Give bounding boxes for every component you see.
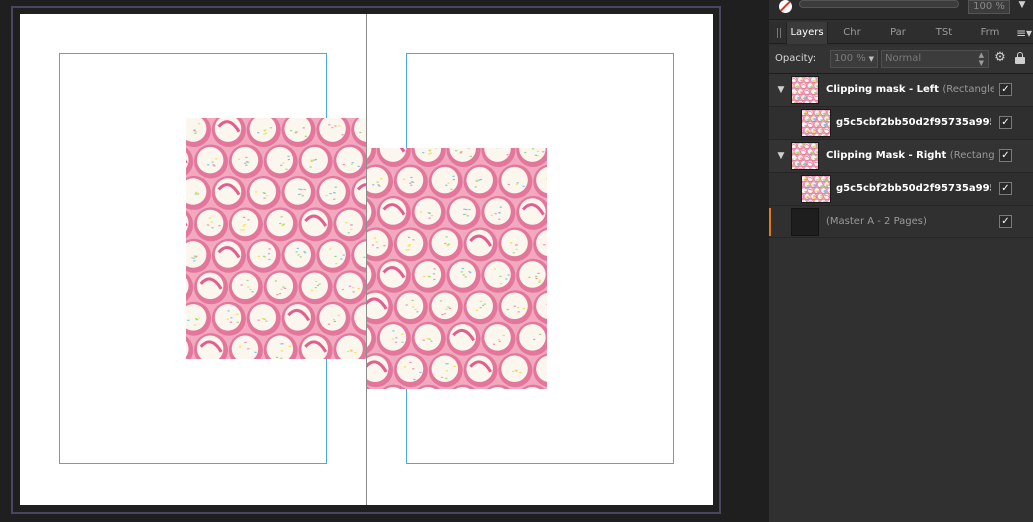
layer-thumbnail xyxy=(791,76,819,104)
layer-row[interactable]: g5c5cbf2bb50d2f95735a995f ✓ xyxy=(769,173,1033,206)
opacity-row: Opacity: 100 % ▼ Normal ▲ ▼ ⚙ xyxy=(769,46,1033,74)
layer-thumbnail xyxy=(791,208,819,236)
layer-row[interactable]: ▼ Clipping mask - Left (Rectangle) ✓ xyxy=(769,74,1033,107)
canvas-area[interactable] xyxy=(0,0,765,522)
up-down-arrows-icon: ▲ ▼ xyxy=(978,51,984,67)
panel-empty-area xyxy=(769,239,1033,522)
gear-icon[interactable]: ⚙ xyxy=(993,51,1007,65)
layers-list: ▼ Clipping mask - Left (Rectangle) ✓ g5c… xyxy=(769,74,1033,238)
app-window: 100 % ▼ Layers Chr Par TSt Frm ≡▾ Opacit… xyxy=(0,0,1033,522)
visibility-checkbox[interactable]: ✓ xyxy=(999,149,1012,162)
layer-name: g5c5cbf2bb50d2f95735a995f xyxy=(836,183,991,194)
visibility-checkbox[interactable]: ✓ xyxy=(999,116,1012,129)
layer-row[interactable]: ▼ Clipping Mask - Right (Rectangle ✓ xyxy=(769,140,1033,173)
layer-thumbnail xyxy=(801,109,831,137)
layer-name: (Master A - 2 Pages) xyxy=(826,216,927,227)
no-fill-icon[interactable] xyxy=(779,0,792,13)
lock-icon[interactable] xyxy=(1015,52,1025,64)
layer-name: Clipping Mask - Right (Rectangle xyxy=(826,150,994,161)
clipped-image-right[interactable] xyxy=(367,148,547,389)
tab-frame[interactable]: Frm xyxy=(975,22,1005,44)
zoom-value-field[interactable]: 100 % xyxy=(968,0,1010,14)
master-page-marker xyxy=(769,208,771,236)
opacity-field[interactable]: 100 % ▼ xyxy=(830,50,878,68)
clipped-image-left[interactable] xyxy=(186,118,366,359)
spread-spine-line xyxy=(366,14,367,505)
layer-thumbnail xyxy=(801,175,831,203)
chevron-down-icon[interactable]: ▼ xyxy=(1015,0,1029,12)
layer-row[interactable]: g5c5cbf2bb50d2f95735a995f ✓ xyxy=(769,107,1033,140)
panel-grip-icon[interactable] xyxy=(777,28,781,38)
opacity-value: 100 % xyxy=(834,53,866,64)
opacity-slider[interactable] xyxy=(799,0,959,8)
layer-row-master[interactable]: (Master A - 2 Pages) ✓ xyxy=(769,206,1033,238)
layer-thumbnail xyxy=(791,142,819,170)
tab-paragraph[interactable]: Par xyxy=(883,22,913,44)
tab-layers[interactable]: Layers xyxy=(786,22,828,44)
tab-text-styles[interactable]: TSt xyxy=(929,22,959,44)
layer-name: Clipping mask - Left (Rectangle) xyxy=(826,84,994,95)
visibility-checkbox[interactable]: ✓ xyxy=(999,83,1012,96)
expand-triangle-icon[interactable]: ▼ xyxy=(776,151,786,161)
visibility-checkbox[interactable]: ✓ xyxy=(999,182,1012,195)
studio-panel: 100 % ▼ Layers Chr Par TSt Frm ≡▾ Opacit… xyxy=(769,0,1033,522)
blend-mode-select[interactable]: Normal ▲ ▼ xyxy=(881,50,989,68)
document-spread[interactable] xyxy=(20,14,713,505)
opacity-label: Opacity: xyxy=(775,53,817,64)
tab-character[interactable]: Chr xyxy=(837,22,867,44)
panel-tabs: Layers Chr Par TSt Frm ≡▾ xyxy=(769,22,1033,44)
layer-name: g5c5cbf2bb50d2f95735a995f xyxy=(836,117,991,128)
blend-mode-value: Normal xyxy=(885,53,922,64)
stroke-toolbar: 100 % ▼ xyxy=(769,0,1033,20)
chevron-down-icon: ▼ xyxy=(868,55,874,63)
panel-menu-icon[interactable]: ≡▾ xyxy=(1016,22,1032,44)
visibility-checkbox[interactable]: ✓ xyxy=(999,215,1012,228)
expand-triangle-icon[interactable]: ▼ xyxy=(776,85,786,95)
